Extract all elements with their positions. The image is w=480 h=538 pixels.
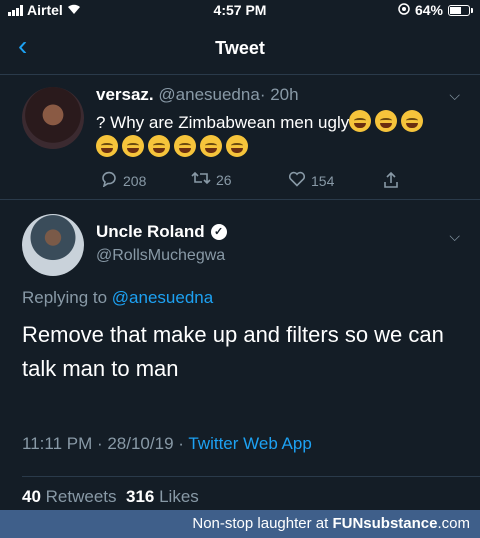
page-title: Tweet xyxy=(215,38,265,58)
author-handle[interactable]: @anesuedna xyxy=(158,85,259,104)
location-icon xyxy=(398,2,410,18)
battery-percent: 64% xyxy=(414,2,443,18)
laughing-emoji-icon xyxy=(122,135,144,157)
author-name[interactable]: Uncle Roland xyxy=(96,222,205,242)
retweet-button[interactable]: 26 xyxy=(191,171,232,188)
likes-label: Likes xyxy=(159,487,199,506)
chevron-down-icon[interactable]: ⌵ xyxy=(449,87,460,104)
chevron-down-icon[interactable]: ⌵ xyxy=(449,228,460,245)
author-name-row: Uncle Roland ✓ xyxy=(96,222,227,242)
watermark: Non-stop laughter at FUNsubstance.com xyxy=(192,515,470,532)
replying-prefix: Replying to xyxy=(22,288,108,307)
reply-tweet: Uncle Roland ✓ @RollsMuchegwa ⌵ Replying… xyxy=(0,200,480,506)
watermark-prefix: Non-stop laughter at xyxy=(192,515,329,532)
tweet-actions: 208 26 154 xyxy=(96,171,436,191)
status-bar: Airtel 4:57 PM 64% xyxy=(0,0,480,22)
laughing-emoji-icon xyxy=(401,110,424,132)
battery-icon xyxy=(448,4,473,16)
like-button[interactable]: 154 xyxy=(288,171,334,190)
watermark-site: FUNsubstance xyxy=(332,515,438,532)
retweet-icon xyxy=(191,171,211,188)
tweet-text: Remove that make up and filters so we ca… xyxy=(22,322,444,381)
retweets-count: 40 xyxy=(22,487,41,506)
laughing-emoji-icon xyxy=(96,135,118,157)
author-name[interactable]: versaz. xyxy=(96,85,154,104)
laughing-emoji-icon xyxy=(148,135,170,157)
replying-to: Replying to @anesuedna xyxy=(22,288,213,308)
retweets-label: Retweets xyxy=(45,487,117,506)
laughing-emoji-icon xyxy=(226,135,248,157)
likes-count: 316 xyxy=(125,487,155,506)
reply-icon xyxy=(100,171,118,190)
tweet-text: ? Why are Zimbabwean men ugly xyxy=(96,110,466,160)
nav-bar: ‹ Tweet xyxy=(0,22,480,75)
laughing-emoji-icon xyxy=(375,110,398,132)
retweets-stat[interactable]: 40 Retweets xyxy=(22,487,117,506)
retweet-count: 26 xyxy=(216,171,232,188)
like-count: 154 xyxy=(311,172,335,189)
battery-fill xyxy=(450,6,461,14)
replying-mention-link[interactable]: @anesuedna xyxy=(112,288,213,307)
reply-button[interactable]: 208 xyxy=(100,171,146,190)
laughing-emoji-icon xyxy=(200,135,222,157)
laughing-emoji-icon xyxy=(349,110,372,132)
laughing-emoji-icon xyxy=(174,135,196,157)
avatar[interactable] xyxy=(22,214,84,276)
avatar[interactable] xyxy=(22,87,84,149)
engagement-counts: 40 Retweets 316 Likes xyxy=(22,487,199,507)
likes-stat[interactable]: 316 Likes xyxy=(126,487,199,506)
divider xyxy=(22,476,480,477)
share-button[interactable] xyxy=(382,171,400,192)
tweet-header: versaz. @anesuedna· 20h xyxy=(96,85,299,105)
author-handle[interactable]: @RollsMuchegwa xyxy=(96,247,225,265)
battery-group: 64% xyxy=(398,2,473,18)
original-tweet[interactable]: versaz. @anesuedna· 20h ⌵ ? Why are Zimb… xyxy=(0,75,480,200)
tweet-body: ? Why are Zimbabwean men ugly xyxy=(96,113,350,132)
watermark-suffix: .com xyxy=(437,515,470,532)
share-icon xyxy=(382,171,400,192)
tweet-age: · 20h xyxy=(259,85,299,104)
watermark-bar: Non-stop laughter at FUNsubstance.com xyxy=(0,510,480,538)
timestamp: 11:11 PM · 28/10/19 · xyxy=(22,434,184,453)
reply-count: 208 xyxy=(123,172,147,189)
verified-badge-icon: ✓ xyxy=(210,224,227,240)
heart-icon xyxy=(288,171,306,190)
source-link[interactable]: Twitter Web App xyxy=(188,434,311,453)
tweet-meta: 11:11 PM · 28/10/19 · Twitter Web App xyxy=(22,434,312,454)
